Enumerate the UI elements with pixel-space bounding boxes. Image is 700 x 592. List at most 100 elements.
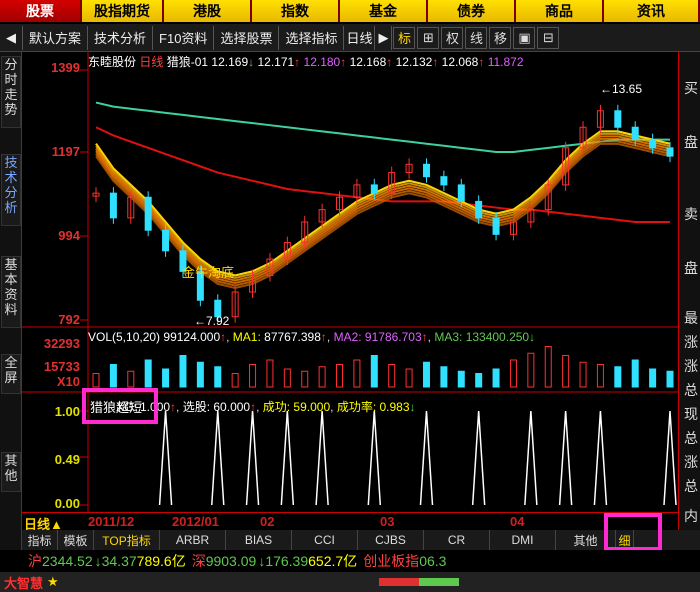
tab-cjbs[interactable]: CJBS — [358, 530, 424, 550]
legend-value-5: 12.132 — [395, 55, 433, 69]
signal-spike — [524, 410, 538, 506]
success-rate: 成功率: 0.983 — [336, 400, 410, 414]
bottom-signal-label: 金牛淘底 — [182, 265, 235, 280]
total-label-2: 总 — [684, 430, 698, 446]
window-icon[interactable]: ▣ — [513, 26, 536, 49]
rights-icon[interactable]: 权 — [441, 26, 464, 49]
line-icon[interactable]: 线 — [465, 26, 488, 49]
chart-canvas[interactable] — [22, 52, 678, 512]
select-indicator-button[interactable]: 选择指标 — [279, 25, 345, 50]
high-value: 13.65 — [612, 82, 643, 96]
menu-stocks[interactable]: 股票 — [0, 0, 82, 22]
menu-hk-stocks[interactable]: 港股 — [164, 0, 252, 22]
tab-dmi[interactable]: DMI — [490, 530, 556, 550]
candle-body — [475, 200, 483, 219]
default-scheme-button[interactable]: 默认方案 — [23, 25, 89, 50]
highlight-box-other — [604, 513, 662, 551]
toolbar: ◀ 默认方案 技术分析 F10资料 选择股票 选择指标 日线 ▶ 标 ⊞ 权 线… — [0, 24, 700, 52]
tab-bias[interactable]: BIAS — [226, 530, 292, 550]
tab-intraday[interactable]: 分时走势 — [1, 56, 21, 128]
volume-bar — [92, 373, 100, 388]
star-icon[interactable]: ★ — [47, 574, 59, 590]
date-label-3: 02 — [260, 514, 275, 529]
volume-bar — [388, 364, 396, 388]
indicator-tabbar: 指标 模板 TOP指标 ARBR BIAS CCI CJBS CR DMI 其他… — [22, 530, 700, 550]
forward-icon[interactable]: ▶ — [375, 25, 393, 50]
minimize-icon[interactable]: ⊟ — [537, 26, 560, 49]
signal-spike — [280, 410, 295, 506]
stock-name: 东睦股份 — [88, 55, 137, 69]
tab-top-indicators[interactable]: TOP指标 — [94, 530, 160, 550]
legend-value-4: 12.168 — [349, 55, 387, 69]
tab-cci[interactable]: CCI — [292, 530, 358, 550]
tab-fundamentals[interactable]: 基本资料 — [1, 256, 21, 328]
left-side-tabs: 分时走势 技术分析 基本资料 全屏 其他 — [0, 52, 22, 552]
signal-spike — [245, 410, 260, 506]
cy-value: 06.3 — [419, 553, 447, 569]
low-annotation: ←7.92 — [194, 314, 230, 328]
total-label: 总 — [684, 382, 698, 398]
legend-value-1: 12.169 — [211, 55, 249, 69]
high-annotation: ←13.65 — [600, 82, 643, 96]
volume-bar — [196, 361, 204, 388]
sig-ytick-3: 0.00 — [54, 496, 80, 511]
tab-other[interactable]: 其他 — [1, 452, 21, 492]
volume-legend: VOL(5,10,20) 99124.000↑, MA1: 87767.398↑… — [88, 330, 536, 344]
volume-bar — [562, 355, 570, 388]
fall-bar — [418, 578, 459, 586]
menu-index[interactable]: 指数 — [252, 0, 340, 22]
tab-templates[interactable]: 模板 — [58, 530, 94, 550]
tab-other-label: 其他 — [573, 533, 598, 548]
ma1-label: MA1: — [232, 330, 261, 344]
tab-technical[interactable]: 技术分析 — [1, 154, 21, 226]
right-quote-column: 买 盘 卖 盘 最 涨 涨 总 现 总 涨 总 内 — [678, 52, 700, 552]
signal-spike — [158, 410, 173, 506]
menu-bonds[interactable]: 债券 — [428, 0, 516, 22]
volume-bar — [405, 368, 413, 388]
vol-ytick-1: 32293 — [43, 336, 80, 351]
back-icon[interactable]: ◀ — [0, 25, 23, 50]
grid-icon[interactable]: ⊞ — [417, 26, 440, 49]
sh-change: 34.37 — [101, 553, 137, 569]
volume-bar — [318, 366, 326, 388]
signal-spike — [593, 410, 608, 506]
tab-fullscreen[interactable]: 全屏 — [1, 354, 21, 394]
tab-cr[interactable]: CR — [424, 530, 490, 550]
f10-button[interactable]: F10资料 — [153, 25, 215, 50]
menu-news[interactable]: 资讯 — [604, 0, 700, 22]
change-label: 涨 — [684, 334, 698, 350]
ma2-label: MA2: — [333, 330, 362, 344]
menu-commodities[interactable]: 商品 — [516, 0, 604, 22]
price-legend: 东睦股份 日线 猎狼-01 12.169↓ 12.171↑ 12.180↑ 12… — [88, 55, 524, 69]
technical-analysis-button[interactable]: 技术分析 — [88, 25, 154, 50]
signal-legend: XG: 1.000↑, 选股: 60.000↑, 成功: 59.000, 成功率… — [116, 400, 416, 414]
select-stock-button[interactable]: 选择股票 — [214, 25, 280, 50]
main-chart-area: 1399 1197 994 792 东睦股份 日线 猎狼-01 12.169↓ … — [22, 52, 678, 512]
volume-bar — [179, 355, 187, 388]
signal-spike — [663, 410, 677, 506]
period-label: 日线 — [139, 55, 164, 69]
ma-line-ma-red — [95, 126, 670, 223]
change-label-2: 涨 — [684, 358, 698, 374]
signal-spike — [558, 410, 573, 506]
top-menu: 股票 股指期货 港股 指数 基金 债券 商品 资讯 — [0, 0, 700, 22]
ask-label: 卖 — [684, 206, 698, 222]
volume-bar — [109, 364, 117, 388]
tab-indicators[interactable]: 指标 — [22, 530, 58, 550]
period-button[interactable]: 日线 — [344, 25, 376, 50]
volume-bar — [353, 359, 361, 388]
legend-value-2: 12.171 — [257, 55, 295, 69]
tab-arbr[interactable]: ARBR — [160, 530, 226, 550]
low-value: 7.92 — [206, 314, 230, 328]
menu-index-futures[interactable]: 股指期货 — [82, 0, 164, 22]
mark-icon[interactable]: 标 — [393, 26, 416, 49]
candle-body — [144, 196, 152, 231]
candle-body — [440, 176, 448, 186]
candle-body — [649, 139, 657, 149]
volume-bar — [631, 359, 639, 388]
date-axis: 日线▲ 2011/12 2012/01 02 03 04 — [22, 512, 678, 532]
signal-spike — [419, 410, 434, 506]
move-icon[interactable]: 移 — [489, 26, 512, 49]
ma1-value: 87767.398 — [264, 330, 321, 344]
menu-funds[interactable]: 基金 — [340, 0, 428, 22]
